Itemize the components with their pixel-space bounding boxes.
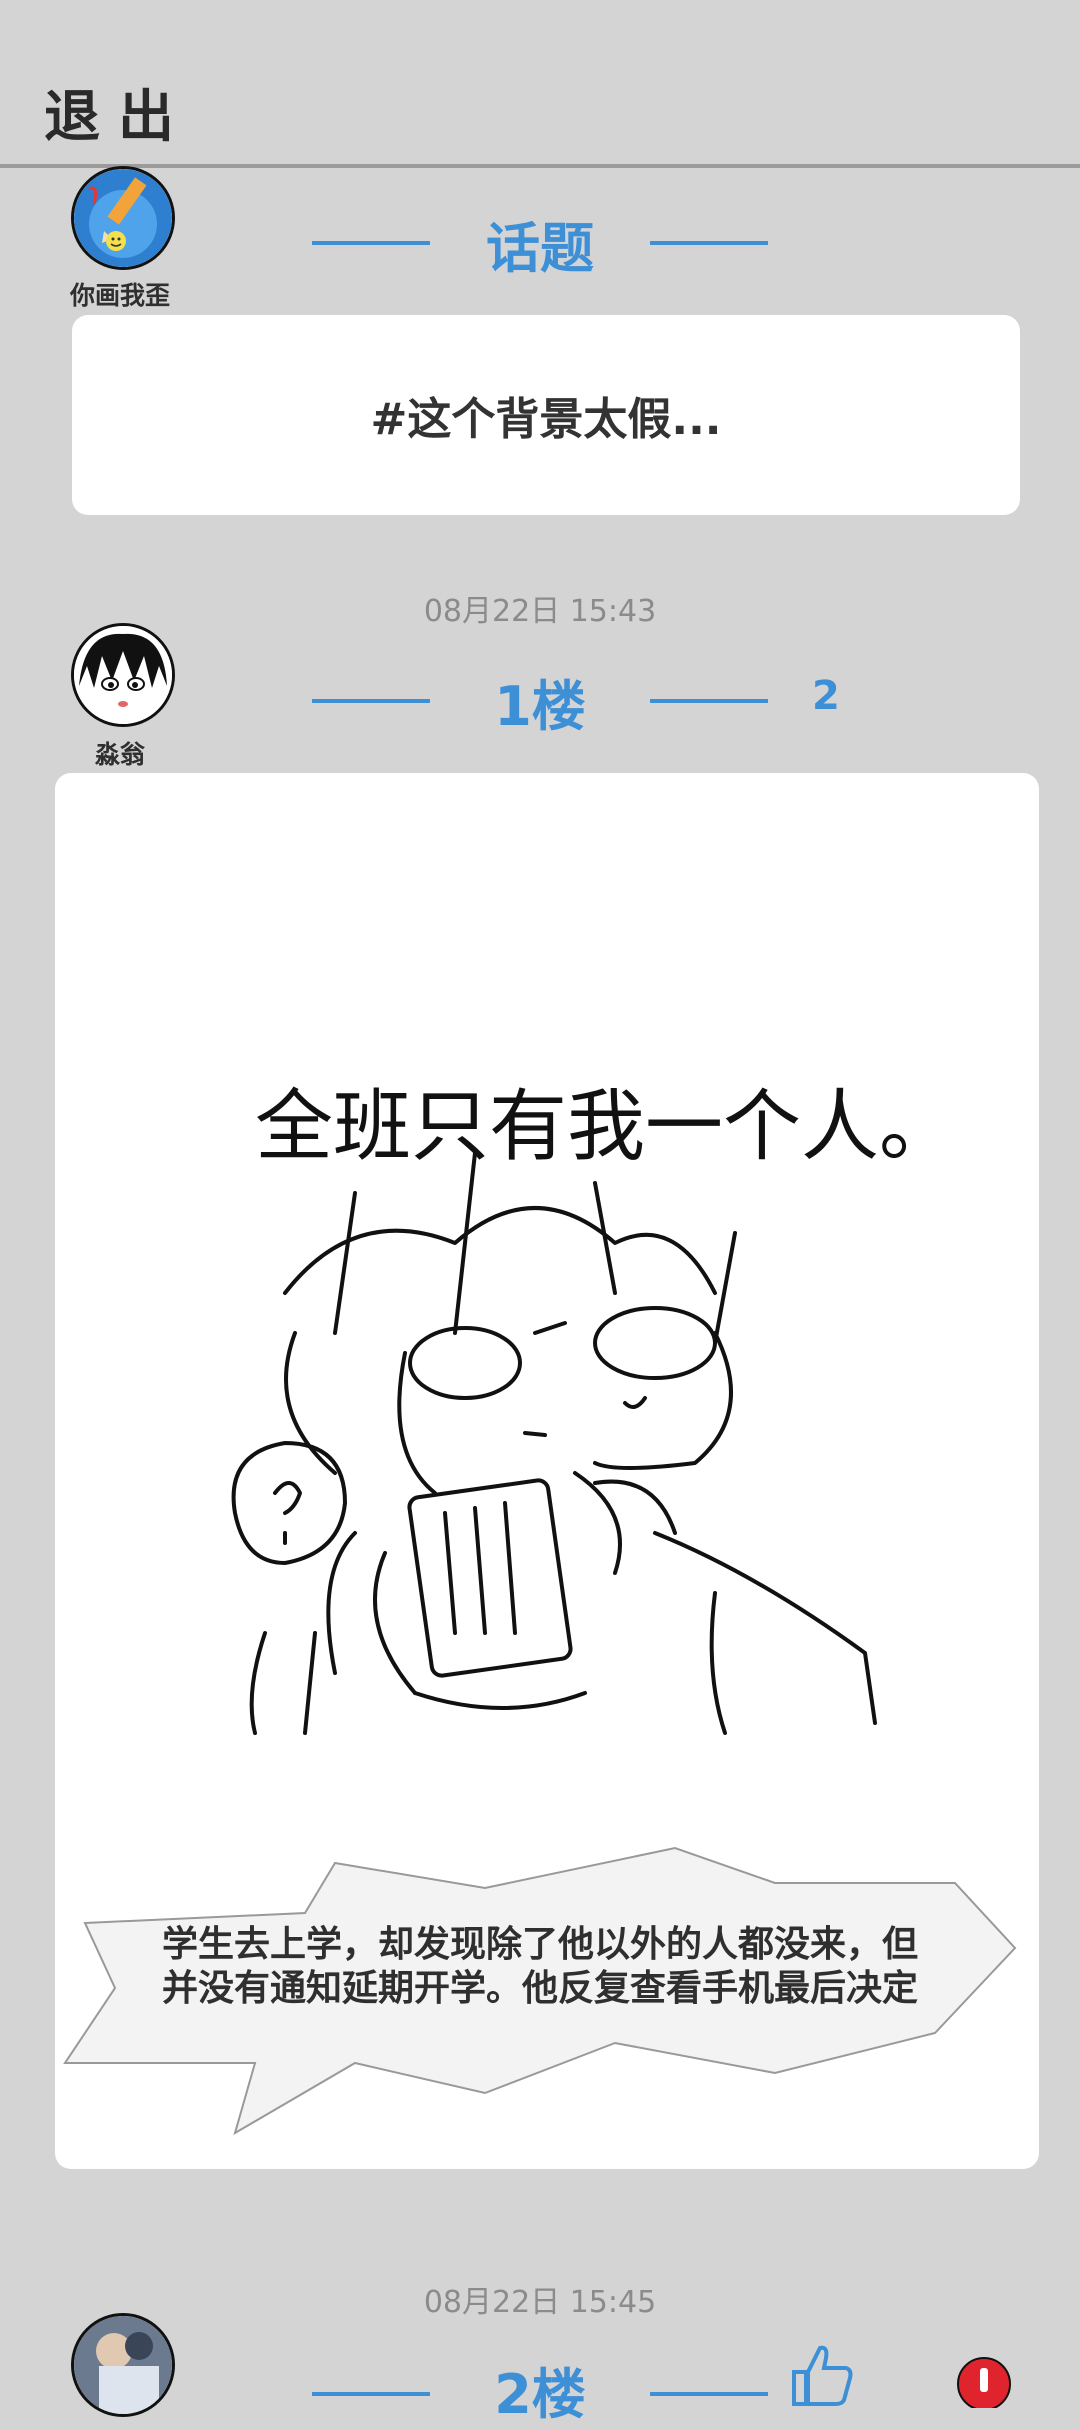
top-bar: 退出 <box>0 0 1080 168</box>
top-divider <box>0 164 1080 168</box>
paint-pencil-avatar-icon <box>74 169 172 267</box>
topic-text: #这个背景太假... <box>370 394 722 445</box>
topic-card[interactable]: #这个背景太假... <box>72 315 1020 515</box>
topic-heading: 话题 <box>486 217 594 280</box>
floor-line-left <box>312 699 430 703</box>
floor-label: 2楼 <box>494 2363 586 2426</box>
handwritten-text: 全班只有我一个人。 <box>255 1082 957 1172</box>
avatar-topic-author[interactable] <box>71 166 175 270</box>
photo-avatar-icon <box>74 2316 172 2414</box>
avatar-post-author[interactable] <box>71 623 175 727</box>
drawing-caption: 学生去上学，却发现除了他以外的人都没来，但并没有通知延期开学。他反复查看手机最后… <box>161 1924 918 2009</box>
floor-line-left <box>312 2392 430 2396</box>
alert-icon[interactable] <box>956 2356 1012 2412</box>
topic-author-name: 你画我歪 <box>69 281 170 310</box>
avatar-post-author[interactable] <box>71 2313 175 2417</box>
floor-line-right <box>650 2392 768 2396</box>
post-author-name: 淼翁 <box>94 740 145 769</box>
heading-line-right <box>650 241 768 245</box>
floor-label: 1楼 <box>494 675 586 738</box>
exit-button[interactable]: 退出 <box>44 72 192 153</box>
heading-line-left <box>312 241 430 245</box>
thumbs-up-icon[interactable] <box>790 2342 856 2412</box>
reply-count[interactable]: 2 <box>812 673 840 719</box>
floor-line-right <box>650 699 768 703</box>
post-timestamp: 08月22日 15:43 <box>423 594 657 629</box>
post-timestamp: 08月22日 15:45 <box>423 2285 657 2320</box>
anime-character-avatar-icon <box>74 626 172 724</box>
